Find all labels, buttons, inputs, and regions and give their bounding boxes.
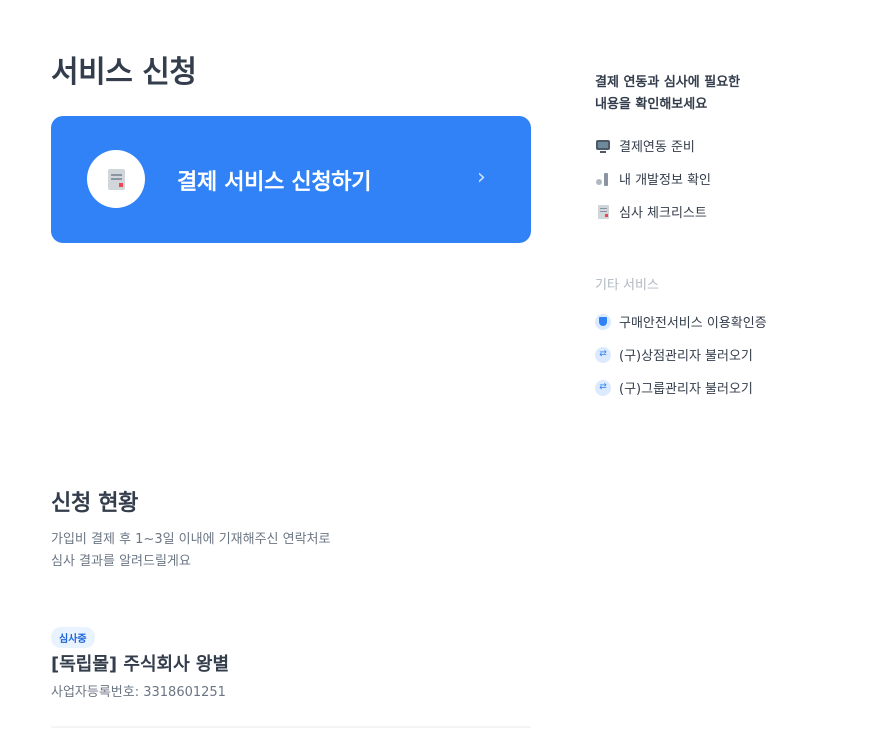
page: 서비스 신청 결제 서비스 신청하기 › 신청 현황 가입비 결제 후 1~3일… — [0, 0, 886, 736]
application-card-edge — [51, 726, 531, 728]
other-services-title: 기타 서비스 — [595, 278, 659, 293]
side-item-label: 결제연동 준비 — [619, 140, 695, 155]
side-item-integration-prep[interactable]: 결제연동 준비 — [595, 136, 695, 155]
side-heading-line: 내용을 확인해보세요 — [595, 97, 708, 112]
monitor-icon — [595, 138, 611, 154]
status-description-line: 심사 결과를 알려드릴게요 — [51, 554, 191, 569]
cta-label: 결제 서비스 신청하기 — [177, 170, 372, 195]
side-item-dev-info[interactable]: 내 개발정보 확인 — [595, 169, 711, 188]
side-panel: 결제 연동과 심사에 필요한 내용을 확인해보세요 결제연동 준비 내 개발정보… — [595, 72, 855, 397]
side-item-review-checklist[interactable]: 심사 체크리스트 — [595, 202, 707, 221]
cta-icon-badge — [87, 150, 145, 208]
side-heading-line: 결제 연동과 심사에 필요한 — [595, 75, 741, 90]
business-number: 사업자등록번호: 3318601251 — [51, 685, 226, 700]
chevron-right-icon: › — [477, 165, 486, 190]
side-item-label: 내 개발정보 확인 — [619, 173, 711, 188]
status-description: 가입비 결제 후 1~3일 이내에 기재해주신 연락처로 심사 결과를 알려드릴… — [51, 529, 330, 573]
side-item-safe-purchase-certificate[interactable]: 구매안전서비스 이용확인증 — [595, 312, 767, 331]
status-description-line: 가입비 결제 후 1~3일 이내에 기재해주신 연락처로 — [51, 532, 331, 547]
side-item-label: 심사 체크리스트 — [619, 206, 707, 221]
side-heading: 결제 연동과 심사에 필요한 내용을 확인해보세요 — [595, 72, 855, 116]
side-item-label: (구)그룹관리자 불러오기 — [619, 382, 753, 397]
status-section-title: 신청 현황 — [51, 491, 139, 516]
side-item-load-old-store-admin[interactable]: ⇄ (구)상점관리자 불러오기 — [595, 345, 753, 364]
page-title: 서비스 신청 — [51, 55, 197, 90]
apply-payment-service-button[interactable]: 결제 서비스 신청하기 › — [51, 116, 531, 243]
shield-icon — [595, 313, 611, 330]
status-badge: 심사중 — [51, 627, 95, 648]
side-item-label: (구)상점관리자 불러오기 — [619, 349, 753, 364]
side-item-label: 구매안전서비스 이용확인증 — [619, 316, 767, 331]
document-icon — [595, 204, 611, 220]
refresh-icon: ⇄ — [595, 379, 611, 396]
store-name[interactable]: [독립몰] 주식회사 왕별 — [51, 650, 229, 676]
side-item-load-old-group-admin[interactable]: ⇄ (구)그룹관리자 불러오기 — [595, 378, 753, 397]
refresh-icon: ⇄ — [595, 346, 611, 363]
tools-icon — [595, 171, 611, 187]
document-icon — [107, 168, 125, 190]
